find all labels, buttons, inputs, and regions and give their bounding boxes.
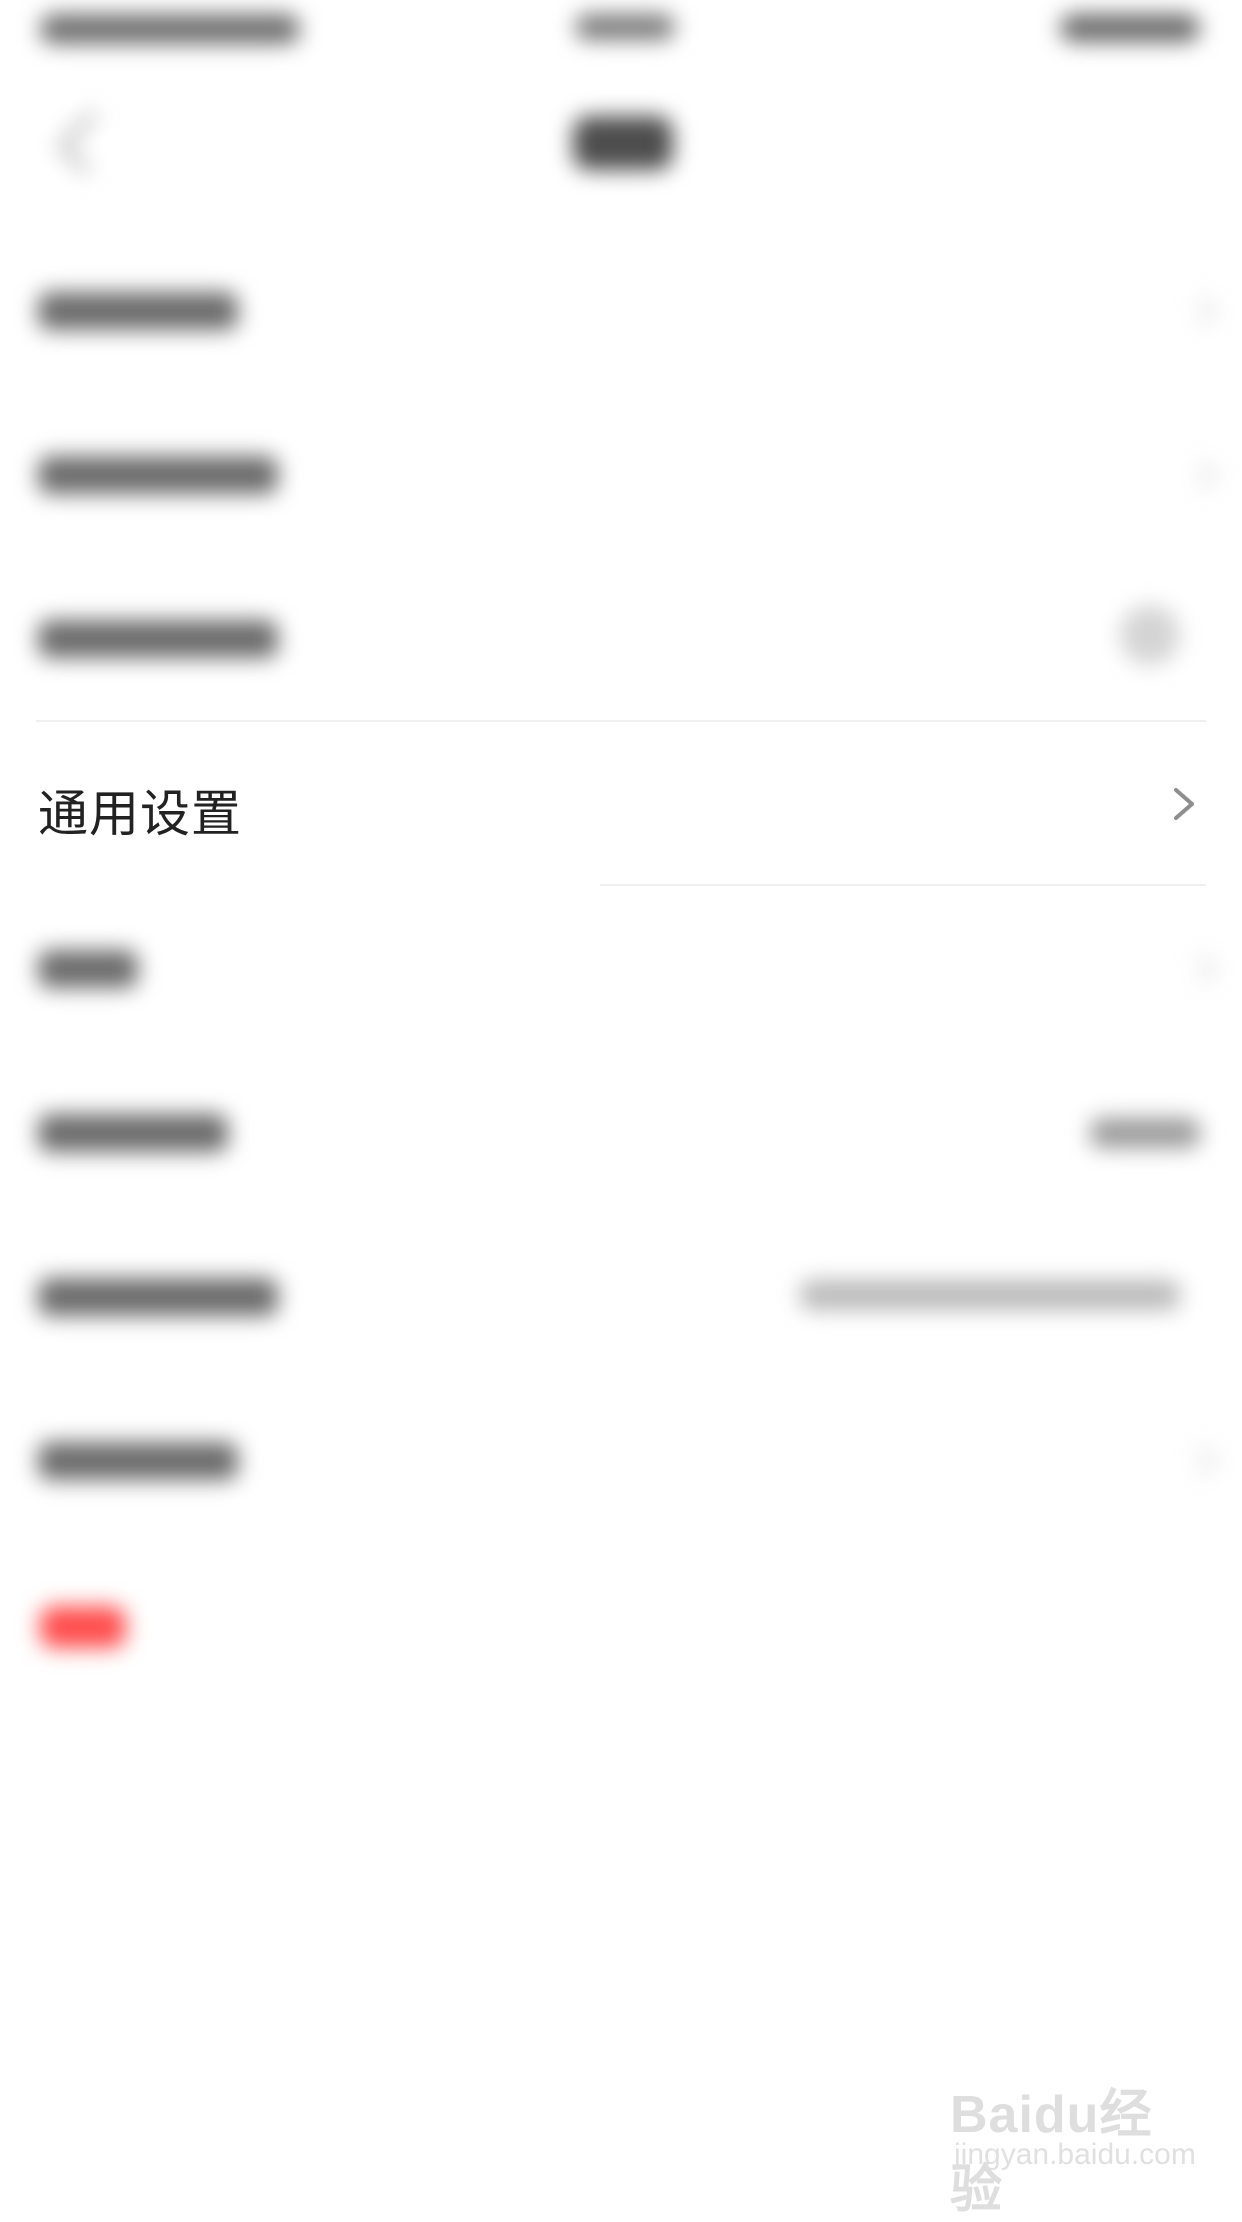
settings-row-general[interactable]: 通用设置 bbox=[0, 746, 1242, 866]
divider bbox=[600, 884, 1206, 886]
chevron-right-icon bbox=[1185, 1445, 1217, 1477]
general-settings-label: 通用设置 bbox=[38, 785, 242, 843]
settings-row-3-indicator bbox=[1120, 605, 1180, 665]
page-title bbox=[573, 116, 673, 170]
settings-row-5-label[interactable] bbox=[38, 950, 138, 988]
settings-row-8-label[interactable] bbox=[38, 1442, 238, 1480]
settings-row-3-label[interactable] bbox=[38, 620, 278, 658]
watermark-url: jingyan.baidu.com bbox=[954, 2138, 1196, 2171]
logout-button[interactable] bbox=[40, 1606, 126, 1648]
settings-row-6-value bbox=[1090, 1118, 1200, 1148]
chevron-right-icon bbox=[1185, 459, 1217, 491]
baidu-jingyan-watermark: Baidu经验 jingyan.baidu.com bbox=[950, 2072, 1196, 2219]
settings-row-7-label[interactable] bbox=[38, 1278, 278, 1316]
chevron-right-icon bbox=[1185, 953, 1217, 985]
settings-row-7-value bbox=[800, 1280, 1180, 1310]
settings-row-1-label[interactable] bbox=[38, 292, 238, 330]
chevron-right-icon bbox=[1174, 788, 1194, 820]
settings-row-6-label[interactable] bbox=[38, 1114, 228, 1152]
status-bar-battery bbox=[1060, 14, 1200, 42]
divider bbox=[36, 720, 1206, 722]
status-bar-time bbox=[575, 14, 675, 40]
chevron-right-icon bbox=[1185, 295, 1217, 327]
status-bar-carrier bbox=[40, 14, 300, 44]
settings-row-2-label[interactable] bbox=[38, 456, 278, 494]
back-arrow-icon[interactable] bbox=[58, 111, 121, 174]
